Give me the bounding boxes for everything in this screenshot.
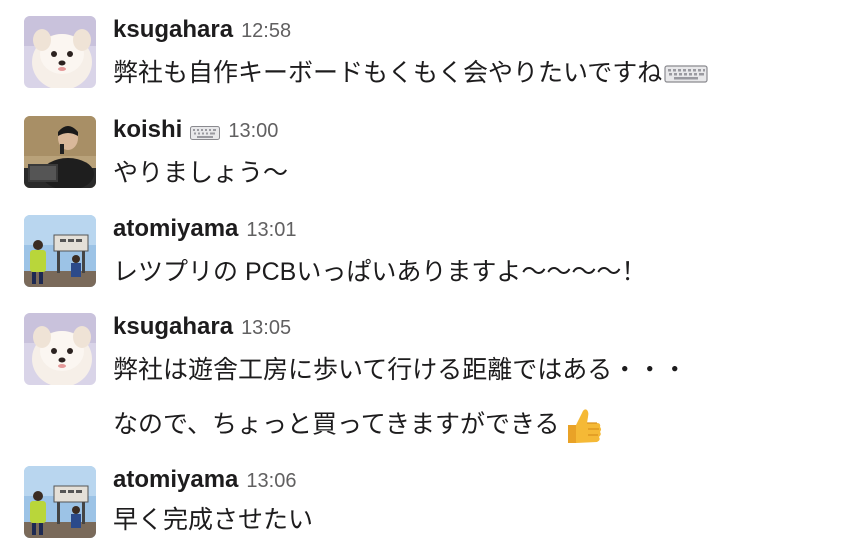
message-line: 弊社は遊舎工房に歩いて行ける距離ではある・・・ — [113, 356, 688, 384]
avatar[interactable] — [24, 116, 96, 188]
message-line: 早く完成させたい — [113, 506, 314, 534]
message-header: atomiyama 13:01 — [113, 215, 296, 249]
message-line: なので、ちょっと買ってきますができる — [113, 410, 560, 439]
message-line: やりましょう〜 — [113, 159, 289, 187]
message: ksugahara 13:05 弊社は遊舎工房に歩いて行ける距離ではある・・・ … — [0, 313, 854, 453]
keyboard-status-icon[interactable] — [190, 126, 221, 140]
avatar[interactable] — [24, 466, 96, 538]
message: atomiyama 13:01 レツプリの PCBいっぱいありますよ〜〜〜〜！ — [0, 215, 854, 295]
message-text: 弊社は遊舎工房に歩いて行ける距離ではある・・・ — [113, 352, 687, 388]
avatar[interactable] — [24, 16, 96, 88]
avatar[interactable] — [24, 313, 96, 385]
keyboard-emoji-icon — [664, 64, 708, 84]
message-text: やりましょう〜 — [113, 155, 288, 191]
message-line: レツプリの PCBいっぱいありますよ〜〜〜〜！ — [113, 258, 647, 286]
timestamp[interactable]: 13:05 — [241, 317, 291, 340]
message-header: atomiyama 13:06 — [113, 466, 296, 500]
username[interactable]: ksugahara — [113, 313, 233, 341]
runner-avatar-icon — [24, 466, 96, 538]
thumbs-up-emoji-icon — [562, 405, 604, 447]
message-header: ksugahara 12:58 — [113, 16, 291, 50]
dog-avatar-icon — [24, 16, 96, 88]
timestamp[interactable]: 13:06 — [246, 470, 296, 493]
message-line: 弊社も自作キーボードもくもく会やりたいですね — [113, 59, 663, 87]
dog-avatar-icon — [24, 313, 96, 385]
message-text: レツプリの PCBいっぱいありますよ〜〜〜〜！ — [113, 254, 646, 290]
message: atomiyama 13:06 早く完成させたい — [0, 466, 854, 546]
avatar[interactable] — [24, 215, 96, 287]
message-text: 弊社も自作キーボードもくもく会やりたいですね — [113, 55, 708, 91]
message: koishi 13:00 やりましょう〜 — [0, 116, 854, 196]
username[interactable]: koishi — [113, 116, 182, 144]
message-text: なので、ちょっと買ってきますができる — [113, 405, 604, 447]
timestamp[interactable]: 13:01 — [246, 219, 296, 242]
runner-avatar-icon — [24, 215, 96, 287]
username[interactable]: ksugahara — [113, 16, 233, 44]
timestamp[interactable]: 13:00 — [228, 120, 278, 143]
username[interactable]: atomiyama — [113, 215, 238, 243]
timestamp[interactable]: 12:58 — [241, 20, 291, 43]
message-header: ksugahara 13:05 — [113, 313, 291, 347]
message-text: 早く完成させたい — [113, 502, 313, 538]
username[interactable]: atomiyama — [113, 466, 238, 494]
message-header: koishi 13:00 — [113, 116, 278, 150]
speaker-avatar-icon — [24, 116, 96, 188]
message: ksugahara 12:58 弊社も自作キーボードもくもく会やりたいですね — [0, 16, 854, 96]
